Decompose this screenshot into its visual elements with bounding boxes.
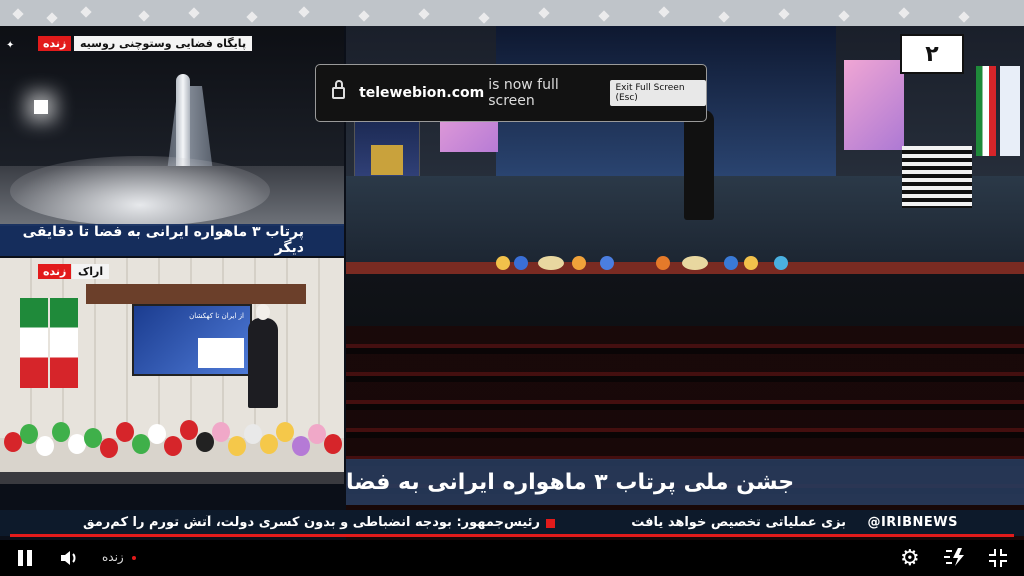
live-badge: زنده <box>38 36 72 51</box>
planet-model <box>514 256 528 270</box>
location-label: اراک <box>72 264 110 279</box>
screen-text: از ایران تا کهکشان <box>189 312 244 320</box>
live-dot <box>132 556 136 560</box>
volume-icon[interactable] <box>60 550 80 566</box>
screen-panel <box>198 338 244 368</box>
browser-top-strip <box>0 0 1024 26</box>
planet-model <box>600 256 614 270</box>
planet-model <box>682 256 708 270</box>
planet-model <box>656 256 670 270</box>
ticker-item: بزی عملیاتی تخصیص خواهد یافت <box>631 515 846 530</box>
progress-bar[interactable] <box>10 534 1014 537</box>
stage-light-panel <box>844 60 904 150</box>
planet-model <box>496 256 510 270</box>
video-frame[interactable]: ✦ زنده پایگاه فضایی وستوچنی روسیه پرتاب … <box>0 26 1024 540</box>
flag <box>50 298 78 388</box>
exit-fullscreen-hint[interactable]: Exit Full Screen (Esc) <box>610 80 706 106</box>
arak-ceremony-panel: از ایران تا کهکشان زنده اراک <box>0 258 344 484</box>
fullscreen-message: is now full screen <box>488 77 559 109</box>
floodlight <box>34 100 48 114</box>
speaker-figure <box>248 304 278 408</box>
planet-model <box>774 256 788 270</box>
planet-model <box>724 256 738 270</box>
projection-screen: از ایران تا کهکشان <box>132 304 252 376</box>
podium <box>902 146 972 208</box>
flag <box>20 298 48 388</box>
launch-smoke <box>10 156 270 226</box>
planet-model <box>538 256 564 270</box>
playback-speed-icon[interactable] <box>944 547 966 572</box>
balloons <box>0 414 344 474</box>
planet-model <box>572 256 586 270</box>
gear-icon[interactable]: ⚙ <box>900 546 920 571</box>
channel-logo: ۲ <box>900 34 964 74</box>
flag <box>976 66 996 156</box>
ticker-brand: @IRIBNEWS <box>867 515 958 530</box>
hall-floor <box>0 472 344 484</box>
fullscreen-domain: telewebion.com <box>359 85 485 101</box>
flag <box>1000 66 1020 156</box>
fullscreen-notification: telewebion.com is now full screen Exit F… <box>315 64 707 122</box>
presenter-figure <box>684 96 714 220</box>
lock-icon <box>332 80 346 99</box>
ticker-item: رئیس‌جمهور: بودجه انضباطی و بدون کسری دو… <box>83 515 540 530</box>
location-label: پایگاه فضایی وستوچنی روسیه <box>74 36 253 51</box>
hall-banner <box>86 284 306 304</box>
news-ticker: رئیس‌جمهور: بودجه انضباطی و بدون کسری دو… <box>0 510 1024 536</box>
live-badge: زنده <box>38 264 72 279</box>
audience-seats <box>346 326 1024 540</box>
lower-third-headline: جشن ملی پرتاب ۳ ماهواره ایرانی به فضا <box>346 459 1024 505</box>
space-agency-logo: ✦ <box>6 40 15 51</box>
pause-icon[interactable] <box>18 550 32 566</box>
panel-caption: پرتاب ۳ ماهواره ایرانی به فضا تا دقایقی … <box>0 224 344 256</box>
exit-fullscreen-icon[interactable] <box>988 548 1008 568</box>
speaker-head <box>256 304 270 320</box>
ticker-separator <box>546 519 555 528</box>
live-indicator: زنده <box>102 550 124 564</box>
player-controls: زنده ⚙ <box>0 540 1024 576</box>
launch-site-panel: ✦ زنده پایگاه فضایی وستوچنی روسیه پرتاب … <box>0 26 344 256</box>
planet-model <box>744 256 758 270</box>
